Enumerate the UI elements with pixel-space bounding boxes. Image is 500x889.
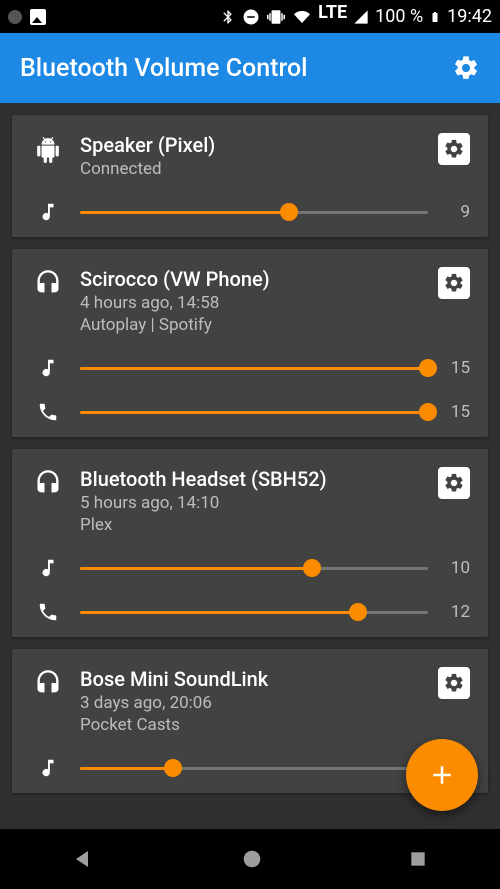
notif-image-icon [30, 9, 46, 25]
device-name: Bluetooth Headset (SBH52) [80, 467, 438, 491]
app-bar: Bluetooth Volume Control [0, 33, 500, 103]
call-slider[interactable] [80, 402, 428, 422]
device-status: Connected [80, 159, 438, 179]
vibrate-icon [266, 8, 286, 26]
recent-icon [408, 849, 428, 869]
music-icon [30, 757, 66, 779]
bluetooth-icon [220, 8, 236, 26]
device-card: Speaker (Pixel) Connected 9 [12, 115, 488, 237]
call-icon [30, 601, 66, 623]
device-name: Bose Mini SoundLink [80, 667, 438, 691]
nav-home[interactable] [241, 848, 263, 870]
volume-row-call: 12 [30, 601, 470, 623]
lte-label: LTE [318, 2, 347, 23]
dnd-icon [242, 8, 260, 26]
clock: 19:42 [447, 6, 492, 27]
device-name: Speaker (Pixel) [80, 133, 438, 157]
device-card: Bluetooth Headset (SBH52) 5 hours ago, 1… [12, 449, 488, 637]
device-settings-button[interactable] [438, 133, 470, 165]
music-value: 15 [442, 358, 470, 378]
volume-row-music: 4 [30, 757, 470, 779]
device-status: 3 days ago, 20:06 [80, 693, 438, 713]
device-settings-button[interactable] [438, 267, 470, 299]
device-app: Pocket Casts [80, 715, 438, 735]
nav-back[interactable] [72, 847, 96, 871]
plus-icon [427, 760, 457, 790]
music-value: 10 [442, 558, 470, 578]
device-card: Scirocco (VW Phone) 4 hours ago, 14:58 A… [12, 249, 488, 437]
signal-icon [353, 9, 369, 25]
music-icon [30, 557, 66, 579]
wifi-icon [292, 9, 312, 25]
music-slider[interactable] [80, 758, 428, 778]
notif-dot-icon [8, 10, 22, 24]
device-status: 5 hours ago, 14:10 [80, 493, 438, 513]
status-bar: LTE 100 % 19:42 [0, 0, 500, 33]
headphones-icon [30, 667, 66, 697]
volume-row-music: 10 [30, 557, 470, 579]
device-app: Plex [80, 515, 438, 535]
call-value: 15 [442, 402, 470, 422]
device-name: Scirocco (VW Phone) [80, 267, 438, 291]
nav-bar [0, 829, 500, 889]
device-settings-button[interactable] [438, 667, 470, 699]
device-list: Speaker (Pixel) Connected 9 Scirocco (VW… [0, 103, 500, 829]
home-icon [241, 848, 263, 870]
add-device-fab[interactable] [406, 739, 478, 811]
battery-pct: 100 % [375, 6, 423, 27]
music-icon [30, 357, 66, 379]
music-slider[interactable] [80, 202, 428, 222]
music-slider[interactable] [80, 358, 428, 378]
settings-button[interactable] [452, 54, 480, 82]
call-value: 12 [442, 602, 470, 622]
android-icon [30, 133, 66, 165]
volume-row-music: 15 [30, 357, 470, 379]
device-status: 4 hours ago, 14:58 [80, 293, 438, 313]
call-icon [30, 401, 66, 423]
music-icon [30, 201, 66, 223]
app-title: Bluetooth Volume Control [20, 54, 308, 83]
music-value: 9 [442, 202, 470, 222]
device-settings-button[interactable] [438, 467, 470, 499]
volume-row-call: 15 [30, 401, 470, 423]
headphones-icon [30, 267, 66, 297]
back-icon [72, 847, 96, 871]
headphones-icon [30, 467, 66, 497]
nav-recent[interactable] [408, 849, 428, 869]
device-app: Autoplay | Spotify [80, 315, 438, 335]
battery-icon [429, 8, 441, 26]
call-slider[interactable] [80, 602, 428, 622]
volume-row-music: 9 [30, 201, 470, 223]
music-slider[interactable] [80, 558, 428, 578]
gear-icon [452, 54, 480, 82]
